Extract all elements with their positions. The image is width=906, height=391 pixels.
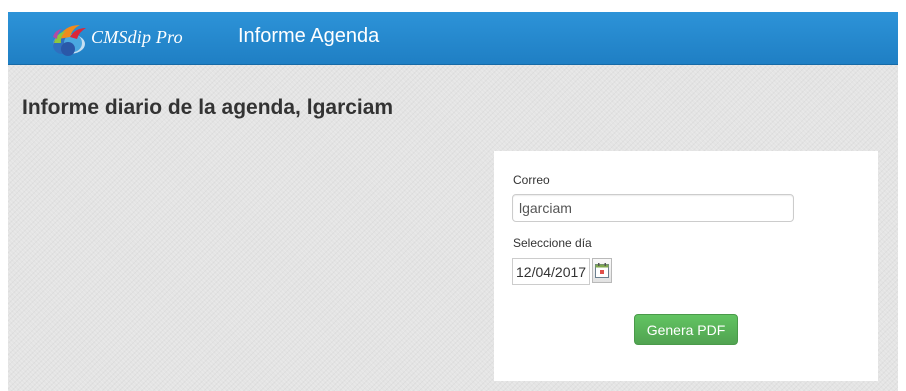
generate-pdf-button[interactable]: Genera PDF [634,314,738,345]
top-navbar: CMSdip Pro Informe Agenda [8,12,898,65]
email-field[interactable] [512,194,794,222]
date-label: Seleccione día [513,236,592,250]
date-input[interactable] [512,258,590,285]
calendar-button[interactable] [592,258,612,283]
nav-page-title[interactable]: Informe Agenda [238,25,379,48]
email-label: Correo [513,173,550,187]
cmsdip-logo-icon[interactable] [44,19,94,57]
brand-name[interactable]: CMSdip Pro [91,27,183,48]
report-form-panel: Correo Seleccione día Genera PDF [494,151,878,381]
page-title: Informe diario de la agenda, lgarciam [22,96,394,119]
calendar-icon [595,263,609,278]
